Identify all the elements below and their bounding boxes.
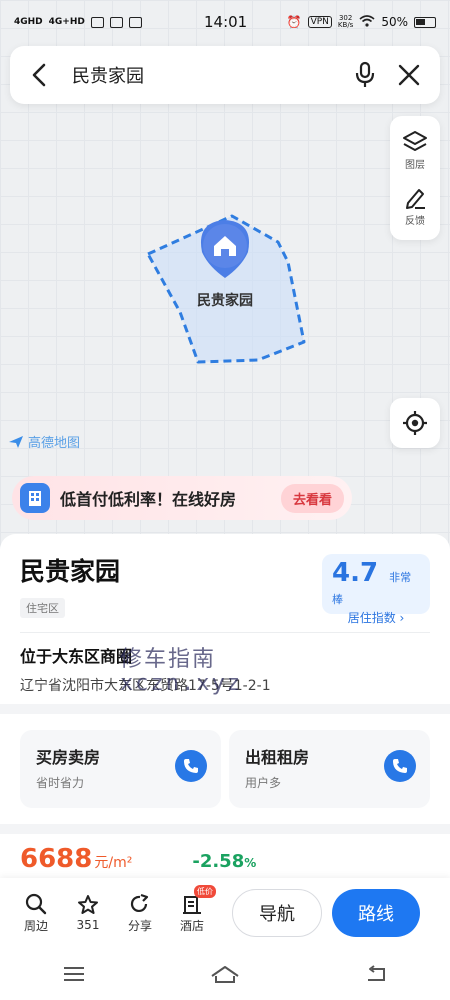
service-rent[interactable]: 出租租房 用户多: [229, 730, 430, 808]
notification-icon: [90, 16, 104, 28]
price-change: -2.58%: [192, 851, 256, 872]
action-bar: 周边 351 分享 低价 酒店 导航 路线: [0, 878, 450, 948]
back-icon[interactable]: [24, 60, 54, 90]
service-buy-sell[interactable]: 买房卖房 省时省力: [20, 730, 221, 808]
watermark: 修车指南 xczn.xyz: [120, 647, 242, 696]
price-unit: 元/m²: [94, 855, 133, 871]
network-speed: 302 KB/s: [337, 14, 354, 29]
map-view[interactable]: 4GHD 4G+HD 14:01 ⏰ VPN 302KB/s 50% 民贵家园: [0, 0, 450, 560]
place-type-tag: 住宅区: [20, 598, 65, 618]
notification-icon: [109, 16, 123, 28]
wifi-icon: [359, 14, 375, 30]
building-icon: [20, 483, 50, 513]
promo-banner[interactable]: 低首付低利率！在线好房 去看看: [12, 476, 352, 520]
amap-logo: 高德地图: [8, 432, 80, 451]
favorite-button[interactable]: 351: [62, 894, 114, 932]
phone-icon[interactable]: [175, 750, 207, 782]
search-input[interactable]: 民贵家园: [72, 62, 338, 88]
status-bar: 4GHD 4G+HD 14:01 ⏰ VPN 302 KB/s 50%: [0, 0, 450, 44]
battery-icon: [414, 16, 436, 28]
route-button[interactable]: 路线: [332, 889, 420, 937]
amap-logo-icon: [9, 435, 23, 448]
battery-percent: 50%: [381, 15, 408, 29]
living-index-card[interactable]: 4.7 非常棒 居住指数 ›: [322, 554, 430, 625]
living-index-link[interactable]: 居住指数 ›: [332, 609, 420, 626]
layers-label: 图层: [405, 159, 425, 171]
star-icon: [78, 895, 98, 914]
home-icon[interactable]: [210, 964, 240, 984]
alarm-icon: ⏰: [286, 15, 302, 29]
search-icon: [25, 893, 47, 914]
share-icon: [130, 893, 149, 912]
promo-text: 低首付低利率！在线好房: [60, 490, 237, 509]
hotel-badge: 低价: [194, 884, 216, 898]
services-row: 买房卖房 省时省力 出租租房 用户多: [0, 714, 450, 824]
layers-button[interactable]: 图层: [402, 130, 428, 171]
price-change-unit: %: [244, 856, 257, 870]
edit-icon: [406, 188, 425, 209]
nearby-button[interactable]: 周边: [10, 893, 62, 934]
back-nav-icon[interactable]: [364, 964, 388, 984]
network-indicator-2: 4G+HD: [48, 17, 85, 27]
hotel-button[interactable]: 低价 酒店: [166, 884, 218, 934]
locate-button[interactable]: [390, 398, 440, 448]
menu-icon[interactable]: [62, 965, 86, 983]
notification-icon: [128, 16, 142, 28]
network-indicator-1: 4GHD: [14, 17, 43, 27]
feedback-button[interactable]: 反馈: [403, 186, 427, 227]
score-value: 4.7: [332, 558, 379, 588]
vpn-indicator: VPN: [307, 16, 332, 28]
place-detail-sheet[interactable]: 民贵家园 住宅区 4.7 非常棒 居住指数 › 位于大东区商圈 辽宁省沈阳市大东…: [0, 534, 450, 880]
pin-label: 民贵家园: [197, 293, 253, 309]
search-bar: 民贵家园: [10, 46, 440, 104]
share-button[interactable]: 分享: [114, 893, 166, 934]
map-tools-panel: 图层 反馈: [390, 116, 440, 240]
phone-icon[interactable]: [384, 750, 416, 782]
layers-icon: [403, 130, 427, 151]
price-change-value: -2.58: [192, 851, 245, 872]
feedback-label: 反馈: [405, 215, 425, 227]
promo-cta-button[interactable]: 去看看: [280, 483, 344, 513]
system-nav-bar: [0, 948, 450, 1000]
price-row: 6688 元/m² -2.58%: [0, 834, 450, 880]
locate-icon: [403, 411, 427, 435]
navigate-button[interactable]: 导航: [232, 889, 322, 937]
price-value: 6688: [20, 844, 93, 874]
clock: 14:01: [204, 13, 248, 31]
close-icon[interactable]: [392, 58, 426, 92]
divider: [20, 632, 430, 633]
microphone-icon[interactable]: [348, 58, 382, 92]
